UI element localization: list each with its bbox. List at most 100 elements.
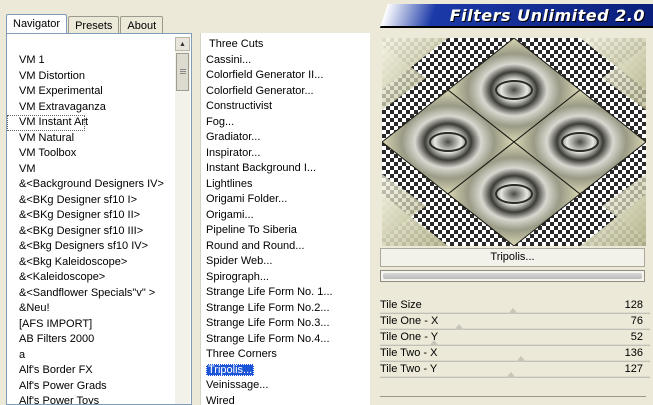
filter-item[interactable]: Gradiator...: [201, 130, 369, 146]
category-item[interactable]: Alf's Border FX: [7, 363, 175, 379]
filter-item-label: Constructivist: [206, 100, 273, 112]
filter-item-label: Origami Folder...: [206, 193, 288, 205]
preview-image: [382, 38, 646, 246]
parameter-sliders: Tile Size 128 Tile One - X 76 Tile One - Y 52…: [380, 298, 650, 378]
tab-navigator[interactable]: Navigator: [6, 14, 68, 33]
filter-item[interactable]: Inspirator...: [201, 146, 369, 162]
slider-row[interactable]: Tile Size 128: [380, 298, 650, 314]
filter-item[interactable]: Origami Folder...: [201, 192, 369, 208]
filter-item[interactable]: Spirograph...: [201, 270, 369, 286]
filter-list[interactable]: Three Cuts Cassini... Colorfield Generator…: [201, 37, 369, 405]
filter-item-label: Gradiator...: [206, 131, 261, 143]
scroll-up-button[interactable]: ▲: [175, 37, 190, 51]
filter-item[interactable]: Spider Web...: [201, 254, 369, 270]
tab-about-label: About: [127, 20, 157, 32]
filter-item[interactable]: Lightlines: [201, 177, 369, 193]
filter-item-label: Instant Background I...: [206, 162, 317, 174]
category-list-panel[interactable]: VM 1 VM Distortion VM Experimental VM Extra…: [6, 33, 192, 405]
slider-row[interactable]: Tile One - Y 52: [380, 330, 650, 346]
filter-item[interactable]: Tripolis...: [201, 363, 369, 379]
category-item[interactable]: &<Background Designers IV>: [7, 177, 175, 193]
filter-item-label: Cassini...: [206, 53, 252, 66]
filter-item-label: Spider Web...: [206, 255, 273, 267]
filter-item[interactable]: Three Cuts: [201, 37, 369, 53]
filter-item-label: Colorfield Generator...: [206, 84, 314, 97]
progress-fill: [383, 273, 642, 279]
filter-item-label: Strange Life Form No.3...: [206, 317, 330, 329]
slider-label: Tile Two - X: [380, 347, 438, 359]
slider-value: 128: [624, 299, 643, 311]
category-item[interactable]: &<Bkg Kaleidoscope>: [7, 255, 175, 271]
filter-item-label: Lightlines: [206, 177, 253, 190]
arrow-up-icon: ▲: [179, 40, 186, 48]
slider-track[interactable]: [380, 328, 650, 329]
category-item[interactable]: &<Sandflower Specials"v" >: [7, 286, 175, 302]
slider-row[interactable]: Tile Two - Y 127: [380, 362, 650, 378]
category-item[interactable]: VM: [7, 162, 175, 178]
filter-list-panel[interactable]: Three Cuts Cassini... Colorfield Generator…: [200, 33, 370, 405]
app-title: Filters Unlimited 2.0: [449, 6, 645, 25]
category-item[interactable]: &Neu!: [7, 301, 175, 317]
category-item[interactable]: VM Extravaganza: [7, 100, 175, 116]
category-item[interactable]: VM Distortion: [7, 69, 175, 85]
slider-value: 127: [624, 363, 643, 375]
filter-item-label: Tripolis...: [206, 363, 255, 376]
filter-item[interactable]: Instant Background I...: [201, 161, 369, 177]
category-item[interactable]: &<BKg Designer sf10 III>: [7, 224, 175, 240]
category-item[interactable]: Alf's Power Grads: [7, 379, 175, 395]
filter-item-label: Fog...: [206, 115, 235, 128]
category-item[interactable]: Alf's Power Toys: [7, 394, 175, 404]
filter-item-label: Spirograph...: [206, 270, 269, 283]
filter-item[interactable]: Three Corners: [201, 347, 369, 363]
category-item[interactable]: VM Natural: [7, 131, 175, 147]
category-item[interactable]: VM Toolbox: [7, 146, 175, 162]
tab-presets-label: Presets: [75, 20, 113, 32]
filter-name-button[interactable]: Tripolis...: [380, 248, 645, 267]
filter-item[interactable]: Colorfield Generator II...: [201, 68, 369, 84]
filter-item-label: Strange Life Form No.2...: [206, 301, 330, 314]
category-item[interactable]: VM Experimental: [7, 84, 175, 100]
tab-bar: Navigator Presets About: [6, 14, 164, 33]
category-item[interactable]: AB Filters 2000: [7, 332, 175, 348]
category-item[interactable]: &<Kaleidoscope>: [7, 270, 175, 286]
tab-about[interactable]: About: [120, 16, 164, 33]
filter-item[interactable]: Round and Round...: [201, 239, 369, 255]
filter-item-label: Origami...: [206, 208, 254, 221]
slider-row[interactable]: Tile One - X 76: [380, 314, 650, 330]
filter-item-label: Wired: [206, 394, 235, 405]
slider-value: 52: [630, 331, 643, 343]
filter-item-label: Three Cuts: [209, 38, 264, 50]
category-item[interactable]: [AFS IMPORT]: [7, 317, 175, 333]
filter-item[interactable]: Strange Life Form No.4...: [201, 332, 369, 348]
category-item[interactable]: &<BKg Designer sf10 I>: [7, 193, 175, 209]
filter-item[interactable]: Cassini...: [201, 53, 369, 69]
category-scrollbar[interactable]: ▲: [175, 37, 190, 404]
filter-item[interactable]: Pipeline To Siberia: [201, 223, 369, 239]
slider-value: 76: [630, 315, 643, 327]
scroll-thumb[interactable]: [176, 53, 189, 91]
filter-item[interactable]: Fog...: [201, 115, 369, 131]
filter-item[interactable]: Strange Life Form No. 1...: [201, 285, 369, 301]
tab-presets[interactable]: Presets: [68, 16, 120, 33]
grip-line: [180, 69, 186, 70]
filter-item-label: Three Corners: [206, 348, 277, 360]
filter-item[interactable]: Origami...: [201, 208, 369, 224]
filter-item[interactable]: Wired: [201, 394, 369, 405]
filter-item[interactable]: Constructivist: [201, 99, 369, 115]
slider-label: Tile Size: [380, 299, 422, 311]
filter-item[interactable]: Colorfield Generator...: [201, 84, 369, 100]
category-list[interactable]: VM 1 VM Distortion VM Experimental VM Extra…: [7, 53, 175, 404]
filter-item[interactable]: Strange Life Form No.3...: [201, 316, 369, 332]
category-item[interactable]: VM 1: [7, 53, 175, 69]
category-item[interactable]: &<Bkg Designers sf10 IV>: [7, 239, 175, 255]
category-item[interactable]: a: [7, 348, 175, 364]
filter-item[interactable]: Strange Life Form No.2...: [201, 301, 369, 317]
category-item[interactable]: VM Instant Art: [7, 115, 88, 131]
divider: [380, 396, 646, 397]
category-item[interactable]: &<BKg Designer sf10 II>: [7, 208, 175, 224]
slider-row[interactable]: Tile Two - X 136: [380, 346, 650, 362]
filter-item[interactable]: Veinissage...: [201, 378, 369, 394]
filter-item-label: Strange Life Form No. 1...: [206, 286, 333, 298]
slider-thumb[interactable]: [506, 372, 517, 378]
slider-track[interactable]: [380, 344, 650, 345]
